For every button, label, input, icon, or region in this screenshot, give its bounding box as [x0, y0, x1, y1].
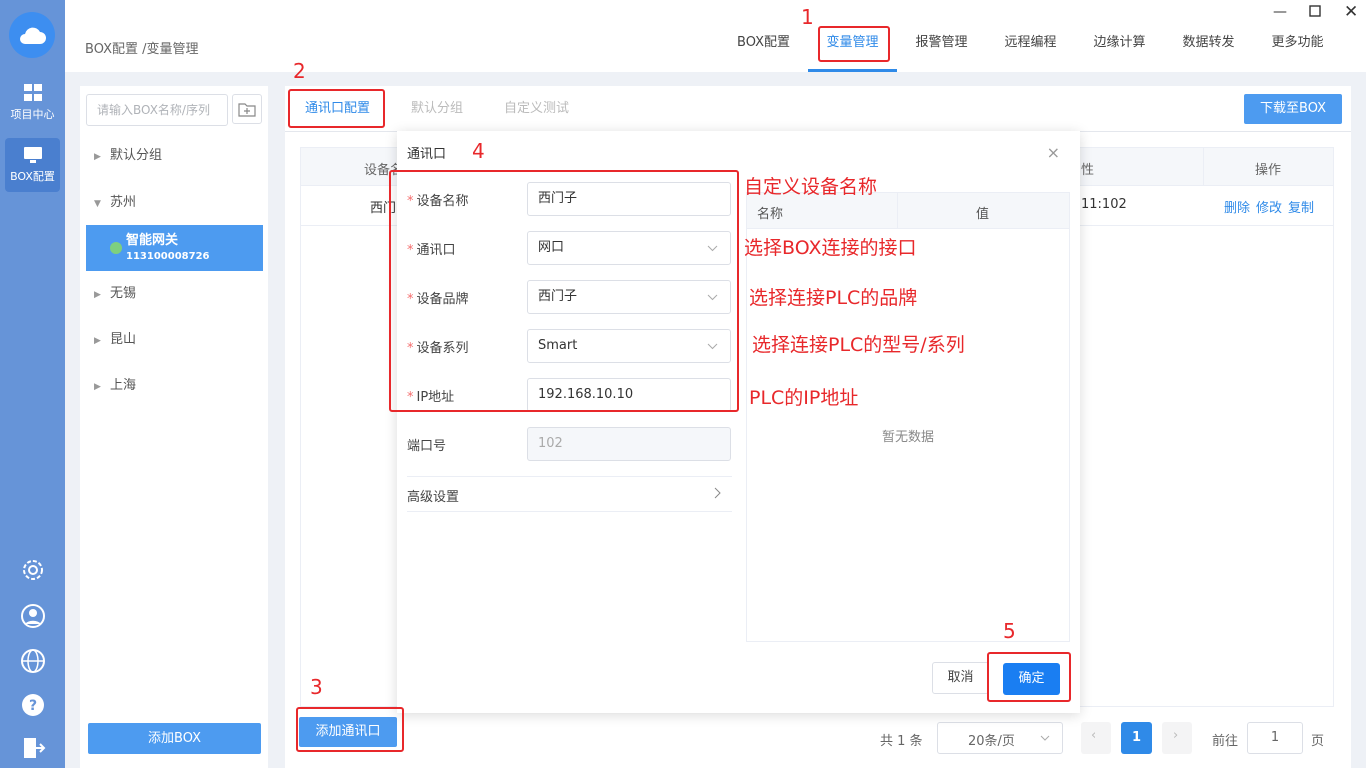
tab-edge-computing[interactable]: 边缘计算: [1075, 26, 1164, 72]
col-attr: 性: [1081, 163, 1095, 178]
group-item-default[interactable]: ▶ 默认分组: [94, 144, 162, 163]
chevron-right-icon: ▶: [94, 336, 101, 346]
prev-page-button[interactable]: ‹: [1081, 722, 1111, 754]
tab-alarm-management[interactable]: 报警管理: [897, 26, 986, 72]
group-panel: 请输入BOX名称/序列 ▶ 默认分组 ▼ 苏州 智能网关 113100008726 …: [80, 86, 268, 768]
annotation-note-device-name: 自定义设备名称: [744, 176, 878, 198]
minimize-icon[interactable]: —: [1273, 4, 1287, 20]
cell-address: 11:102: [1081, 197, 1127, 212]
gateway-item[interactable]: 智能网关 113100008726: [86, 225, 263, 271]
chevron-right-icon: ▶: [94, 152, 101, 162]
subtab-custom-test[interactable]: 自定义测试: [504, 86, 569, 132]
chevron-right-icon: [714, 487, 721, 499]
add-group-button[interactable]: [232, 94, 262, 124]
edit-link[interactable]: 修改: [1256, 201, 1282, 216]
sub-tabs: 通讯口配置 默认分组 自定义测试 下载至BOX: [285, 86, 1351, 132]
group-item-suzhou[interactable]: ▼ 苏州: [94, 191, 136, 210]
tab-box-config[interactable]: BOX配置: [719, 26, 808, 72]
rail-item-label: BOX配置: [10, 170, 55, 183]
group-item-kunshan[interactable]: ▶ 昆山: [94, 328, 136, 347]
annotation-box-4: [389, 170, 739, 412]
folder-plus-icon: [238, 102, 256, 117]
chevron-down-icon: [1040, 735, 1050, 741]
rail-item-box-config[interactable]: BOX配置: [5, 138, 60, 192]
column-divider: [1203, 148, 1204, 186]
maximize-icon[interactable]: [1309, 5, 1321, 21]
annotation-number-3: 3: [310, 675, 323, 699]
page-unit: 页: [1311, 734, 1325, 749]
goto-page-input[interactable]: 1: [1247, 722, 1303, 754]
empty-text: 暂无数据: [881, 430, 934, 445]
annotation-number-5: 5: [1003, 619, 1016, 643]
row-actions: 删除 修改 复制: [1224, 197, 1320, 216]
group-item-shanghai[interactable]: ▶ 上海: [94, 374, 136, 393]
field-port-number: 端口号 102: [407, 427, 732, 461]
annotation-note-interface: 选择BOX连接的接口: [744, 237, 917, 259]
annotation-number-2: 2: [293, 59, 306, 83]
grid-icon: [23, 84, 42, 101]
globe-icon[interactable]: [20, 648, 46, 674]
annotation-note-ip: PLC的IP地址: [749, 387, 859, 409]
port-number-input: 102: [527, 427, 731, 461]
next-page-button[interactable]: ›: [1162, 722, 1192, 754]
chevron-right-icon: ▶: [94, 290, 101, 300]
settings-icon[interactable]: [20, 557, 46, 583]
page-number-button[interactable]: 1: [1121, 722, 1152, 754]
annotation-box-3: [296, 707, 404, 752]
breadcrumb: BOX配置 /变量管理: [85, 42, 199, 57]
page-size-select[interactable]: 20条/页: [937, 722, 1063, 754]
goto-label: 前往: [1212, 734, 1239, 749]
annotation-box-1: [818, 26, 890, 62]
add-box-button[interactable]: 添加BOX: [88, 723, 261, 754]
annotation-note-series: 选择连接PLC的型号/系列: [752, 334, 965, 356]
cancel-button[interactable]: 取消: [932, 662, 989, 694]
col-ops: 操作: [1255, 163, 1282, 178]
online-status-dot: [110, 242, 122, 254]
annotation-number-1: 1: [801, 5, 814, 29]
gateway-serial: 113100008726: [126, 251, 210, 262]
logout-icon[interactable]: [20, 735, 46, 761]
annotation-number-4: 4: [472, 139, 485, 163]
delete-link[interactable]: 删除: [1224, 201, 1250, 216]
help-icon[interactable]: ?: [20, 692, 46, 718]
download-to-box-button[interactable]: 下载至BOX: [1244, 94, 1342, 124]
gateway-name: 智能网关: [126, 233, 179, 248]
rail-item-project-center[interactable]: 项目中心: [5, 76, 60, 130]
cloud-logo-icon: [9, 12, 55, 58]
group-item-wuxi[interactable]: ▶ 无锡: [94, 282, 136, 301]
tab-more-functions[interactable]: 更多功能: [1253, 26, 1342, 72]
annotation-box-2: [288, 89, 385, 128]
close-icon[interactable]: ×: [1047, 143, 1060, 162]
annotation-note-brand: 选择连接PLC的品牌: [749, 287, 918, 309]
user-icon[interactable]: [20, 603, 46, 629]
column-divider: [897, 193, 898, 229]
dialog-title: 通讯口: [407, 147, 447, 162]
pager-total: 共 1 条: [880, 734, 923, 749]
chevron-right-icon: ›: [1173, 728, 1179, 743]
copy-link[interactable]: 复制: [1288, 201, 1314, 216]
tab-data-forwarding[interactable]: 数据转发: [1164, 26, 1253, 72]
box-search-input[interactable]: 请输入BOX名称/序列: [86, 94, 228, 126]
monitor-icon: [23, 147, 42, 163]
header: BOX配置 /变量管理 BOX配置 变量管理 报警管理 远程编程 边缘计算 数据…: [65, 0, 1366, 72]
left-rail: 项目中心 BOX配置 ?: [0, 0, 65, 768]
chevron-left-icon: ‹: [1091, 728, 1097, 743]
chevron-right-icon: ▶: [94, 382, 101, 392]
rail-item-label: 项目中心: [10, 108, 55, 121]
advanced-settings-row[interactable]: 高级设置: [407, 476, 732, 512]
top-tabs: BOX配置 变量管理 报警管理 远程编程 边缘计算 数据转发 更多功能: [719, 26, 1342, 72]
tab-remote-programming[interactable]: 远程编程: [986, 26, 1075, 72]
subtab-default-group[interactable]: 默认分组: [411, 86, 463, 132]
close-window-icon[interactable]: ✕: [1344, 2, 1358, 22]
svg-text:?: ?: [29, 698, 37, 714]
annotation-box-5: [987, 652, 1071, 702]
chevron-down-icon: ▼: [94, 199, 101, 209]
